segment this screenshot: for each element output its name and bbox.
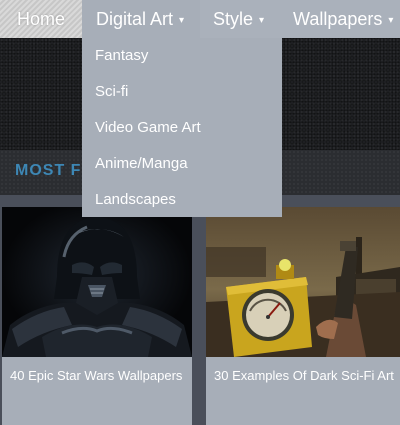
- section-title: MOST F: [15, 162, 82, 179]
- caret-down-icon: ▾: [388, 14, 394, 26]
- nav-item-home[interactable]: Home: [0, 0, 82, 38]
- article-card[interactable]: 40 Epic Star Wars Wallpapers: [2, 207, 192, 425]
- nav-item-label: Digital Art: [96, 8, 174, 29]
- card-caption[interactable]: 40 Epic Star Wars Wallpapers: [10, 367, 186, 384]
- nav-item-digital-art[interactable]: Digital Art ▾: [82, 0, 200, 38]
- dropdown-item-anime-manga[interactable]: Anime/Manga: [95, 155, 188, 172]
- nav-item-label: Style: [213, 8, 254, 29]
- nav-item-style[interactable]: Style ▾: [200, 0, 280, 38]
- dropdown-item-video-game-art[interactable]: Video Game Art: [95, 119, 201, 136]
- dropdown-item-fantasy[interactable]: Fantasy: [95, 47, 148, 64]
- caret-down-icon: ▾: [259, 14, 265, 26]
- gauge-device-image[interactable]: [206, 207, 400, 357]
- top-navigation: Home Digital Art ▾ Style ▾ Wallpapers ▾: [0, 0, 400, 38]
- digital-art-dropdown-menu: Fantasy Sci-fi Video Game Art Anime/Mang…: [82, 38, 282, 217]
- dropdown-item-landscapes[interactable]: Landscapes: [95, 191, 176, 208]
- nav-item-label: Wallpapers: [293, 8, 383, 29]
- card-caption[interactable]: 30 Examples Of Dark Sci-Fi Art: [214, 367, 394, 384]
- nav-item-wallpapers[interactable]: Wallpapers ▾: [280, 0, 400, 38]
- dropdown-item-sci-fi[interactable]: Sci-fi: [95, 83, 128, 100]
- nav-item-label: Home: [16, 8, 65, 29]
- article-card[interactable]: 30 Examples Of Dark Sci-Fi Art: [206, 207, 400, 425]
- darth-vader-image[interactable]: [2, 207, 192, 357]
- caret-down-icon: ▾: [179, 14, 185, 26]
